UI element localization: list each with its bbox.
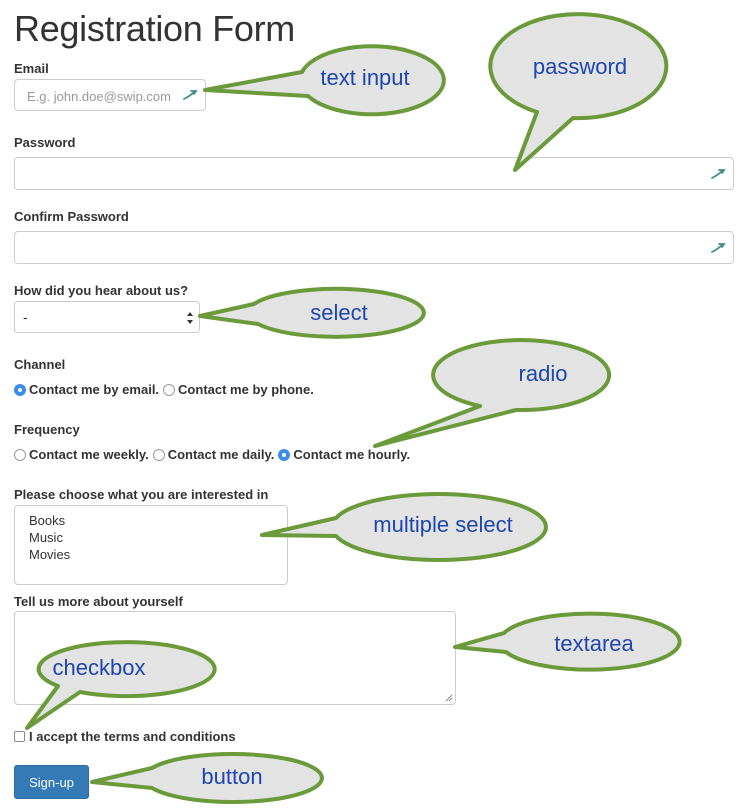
channel-email-radio[interactable] bbox=[14, 383, 26, 396]
frequency-hourly-radio[interactable] bbox=[278, 448, 291, 461]
frequency-radio-group: Contact me weekly. Contact me daily. Con… bbox=[14, 447, 410, 462]
password-field[interactable] bbox=[14, 157, 734, 190]
autofill-key-icon[interactable] bbox=[709, 240, 729, 256]
interests-option-music[interactable]: Music bbox=[29, 529, 287, 546]
frequency-weekly-radio[interactable] bbox=[14, 448, 26, 461]
signup-button[interactable]: Sign-up bbox=[14, 765, 89, 799]
callout-checkbox: checkbox bbox=[52, 655, 146, 680]
autofill-key-icon[interactable] bbox=[181, 87, 201, 103]
callout-radio: radio bbox=[518, 361, 568, 386]
about-label: Tell us more about yourself bbox=[14, 594, 183, 609]
frequency-daily-label[interactable]: Contact me daily. bbox=[168, 447, 275, 462]
frequency-daily-radio[interactable] bbox=[152, 448, 165, 461]
frequency-hourly-label[interactable]: Contact me hourly. bbox=[293, 447, 410, 462]
callout-multiple-select: multiple select bbox=[373, 512, 513, 537]
channel-radio-group: Contact me by email. Contact me by phone… bbox=[14, 382, 314, 397]
password-label: Password bbox=[14, 135, 76, 150]
channel-phone-label[interactable]: Contact me by phone. bbox=[178, 382, 314, 397]
heard-selected-value: - bbox=[23, 309, 28, 325]
email-field[interactable]: E.g. john.doe@swip.com bbox=[14, 79, 206, 111]
select-arrows-icon bbox=[187, 312, 193, 324]
callout-select: select bbox=[310, 300, 368, 325]
heard-label: How did you hear about us? bbox=[14, 283, 189, 298]
callout-text-input: text input bbox=[320, 65, 410, 90]
interests-option-movies[interactable]: Movies bbox=[29, 546, 287, 563]
channel-phone-radio[interactable] bbox=[163, 383, 176, 396]
interests-label: Please choose what you are interested in bbox=[14, 487, 269, 502]
autofill-key-icon[interactable] bbox=[709, 166, 729, 182]
confirm-password-label: Confirm Password bbox=[14, 209, 129, 224]
interests-multiselect[interactable]: Books Music Movies bbox=[14, 505, 288, 585]
callout-textarea: textarea bbox=[554, 631, 634, 656]
callout-bubble-radio bbox=[373, 338, 612, 448]
callout-button: button bbox=[201, 764, 263, 789]
resize-handle-icon[interactable] bbox=[445, 694, 453, 702]
callout-password: password bbox=[532, 54, 628, 79]
frequency-weekly-label[interactable]: Contact me weekly. bbox=[29, 447, 149, 462]
interests-option-books[interactable]: Books bbox=[29, 512, 287, 529]
email-placeholder: E.g. john.doe@swip.com bbox=[27, 89, 171, 104]
frequency-label: Frequency bbox=[14, 422, 80, 437]
confirm-password-field[interactable] bbox=[14, 231, 734, 264]
terms-checkbox[interactable] bbox=[14, 731, 25, 742]
terms-row: I accept the terms and conditions bbox=[14, 729, 236, 744]
channel-email-label[interactable]: Contact me by email. bbox=[29, 382, 159, 397]
channel-label: Channel bbox=[14, 357, 66, 372]
page-title: Registration Form bbox=[14, 8, 295, 49]
callout-bubble-password bbox=[488, 12, 669, 172]
heard-select[interactable]: - bbox=[14, 301, 200, 333]
email-label: Email bbox=[14, 61, 49, 76]
terms-label[interactable]: I accept the terms and conditions bbox=[29, 729, 236, 744]
